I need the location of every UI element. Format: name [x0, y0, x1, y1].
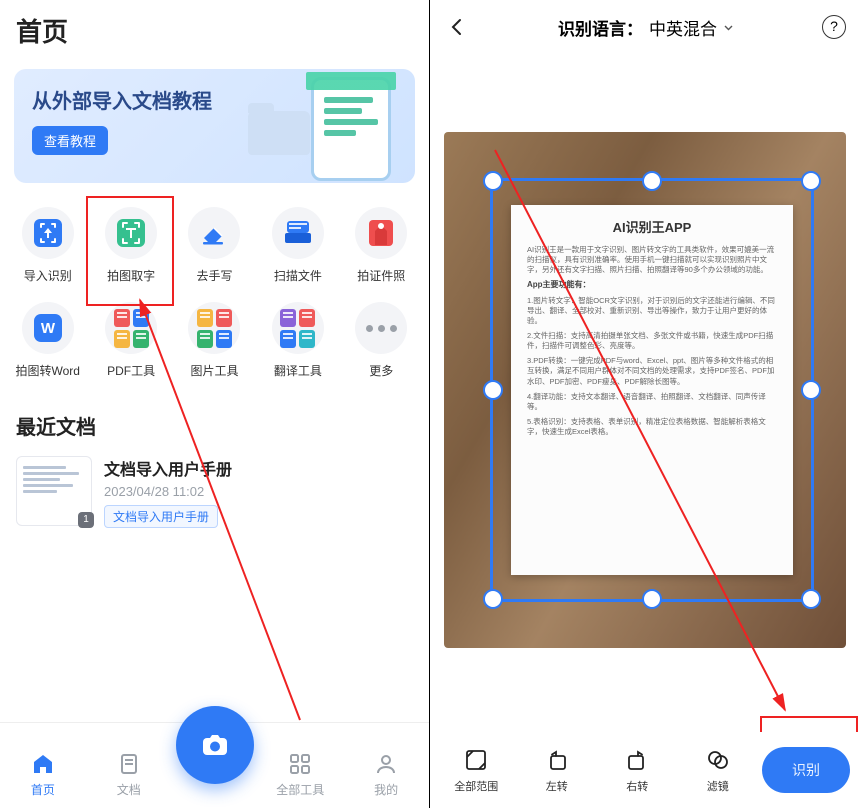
tab-label: 文档: [117, 781, 141, 798]
tool-id-photo[interactable]: 拍证件照: [340, 197, 423, 292]
tool-label: 全部范围: [454, 778, 498, 794]
crop-handle[interactable]: [642, 171, 662, 191]
tool-label: 滤镜: [707, 778, 729, 794]
tab-label: 首页: [31, 781, 55, 798]
user-icon: [373, 751, 399, 777]
scanner-icon: [272, 207, 324, 259]
image-tools-icon: [188, 302, 240, 354]
tool-label: 扫描文件: [274, 267, 322, 284]
recent-docs-title: 最近文档: [0, 393, 429, 450]
pdf-tools-icon: [105, 302, 157, 354]
tab-home[interactable]: 首页: [0, 723, 86, 808]
crop-handle[interactable]: [801, 380, 821, 400]
tool-pdf-tools[interactable]: PDF工具: [89, 292, 172, 387]
tool-label: 拍证件照: [357, 267, 405, 284]
chevron-down-icon: [723, 22, 734, 33]
doc-name: 文档导入用户手册: [104, 456, 413, 480]
rotate-left-icon: [543, 746, 571, 774]
image-preview: AI识别王APP AI识别王是一款用于文字识别、图片转文字的工具类软件，效果可媲…: [444, 132, 846, 648]
tool-label: 图片工具: [190, 362, 238, 379]
crop-handle[interactable]: [483, 589, 503, 609]
tutorial-banner[interactable]: 从外部导入文档教程 查看教程: [14, 69, 415, 183]
translate-tools-icon: [272, 302, 324, 354]
tool-label: 更多: [369, 362, 393, 379]
view-tutorial-button[interactable]: 查看教程: [32, 126, 108, 155]
more-icon: [355, 302, 407, 354]
crop-handle[interactable]: [483, 380, 503, 400]
tool-label: 拍图转Word: [15, 362, 79, 379]
document-content: AI识别王APP AI识别王是一款用于文字识别、图片转文字的工具类软件，效果可媲…: [511, 205, 793, 575]
highlight-annotation: [86, 196, 174, 306]
phone-doc-icon: [311, 77, 391, 181]
tool-label: PDF工具: [107, 362, 155, 379]
tool-label: 左转: [546, 778, 568, 794]
filter-icon: [704, 746, 732, 774]
language-value: 中英混合: [649, 15, 717, 40]
help-button[interactable]: ?: [822, 15, 846, 39]
doc-date: 2023/04/28 11:02: [104, 484, 413, 499]
tool-translate-tools[interactable]: 翻译工具: [256, 292, 339, 387]
doc-tag: 文档导入用户手册: [104, 505, 218, 528]
tool-scan-file[interactable]: 扫描文件: [256, 197, 339, 292]
eraser-icon: [188, 207, 240, 259]
tool-more[interactable]: 更多: [340, 292, 423, 387]
chevron-left-icon: [448, 18, 466, 36]
full-range-icon: [462, 746, 490, 774]
doc-count-badge: 1: [78, 512, 94, 528]
svg-text:W: W: [41, 320, 56, 337]
docs-icon: [116, 751, 142, 777]
crop-handle[interactable]: [642, 589, 662, 609]
back-button[interactable]: [444, 14, 470, 40]
crop-handle[interactable]: [801, 171, 821, 191]
camera-fab[interactable]: [176, 706, 254, 784]
tool-photo-to-word[interactable]: W 拍图转Word: [6, 292, 89, 387]
import-recognize-icon: [22, 207, 74, 259]
folder-icon: [248, 111, 310, 155]
tab-label: 全部工具: [276, 781, 324, 798]
tool-label: 右转: [626, 778, 648, 794]
paper-title: AI识别王APP: [527, 219, 777, 237]
home-icon: [30, 751, 56, 777]
page-title: 首页: [16, 12, 413, 49]
recognize-button[interactable]: 识别: [762, 747, 850, 793]
recent-doc-item[interactable]: 1 文档导入用户手册 2023/04/28 11:02 文档导入用户手册: [0, 450, 429, 534]
tool-filter[interactable]: 滤镜: [682, 746, 755, 794]
rotate-right-icon: [623, 746, 651, 774]
tab-docs[interactable]: 文档: [86, 723, 172, 808]
tool-rotate-left[interactable]: 左转: [521, 746, 594, 794]
tool-label: 去手写: [196, 267, 232, 284]
tab-all-tools[interactable]: 全部工具: [257, 723, 343, 808]
doc-thumbnail: 1: [16, 456, 92, 526]
crop-frame[interactable]: AI识别王APP AI识别王是一款用于文字识别、图片转文字的工具类软件，效果可媲…: [490, 178, 814, 602]
crop-handle[interactable]: [483, 171, 503, 191]
tool-remove-handwriting[interactable]: 去手写: [173, 197, 256, 292]
grid-icon: [287, 751, 313, 777]
tool-import-recognize[interactable]: 导入识别: [6, 197, 89, 292]
tool-full-range[interactable]: 全部范围: [440, 746, 513, 794]
tool-image-tools[interactable]: 图片工具: [173, 292, 256, 387]
word-icon: W: [22, 302, 74, 354]
tab-label: 我的: [374, 781, 398, 798]
tab-mine[interactable]: 我的: [343, 723, 429, 808]
language-selector[interactable]: 识别语言： 中英混合: [558, 15, 734, 40]
camera-icon: [198, 728, 232, 762]
tool-rotate-right[interactable]: 右转: [601, 746, 674, 794]
tool-label: 翻译工具: [274, 362, 322, 379]
tool-label: 导入识别: [24, 267, 72, 284]
crop-handle[interactable]: [801, 589, 821, 609]
language-label: 识别语言：: [558, 15, 643, 40]
id-photo-icon: [355, 207, 407, 259]
